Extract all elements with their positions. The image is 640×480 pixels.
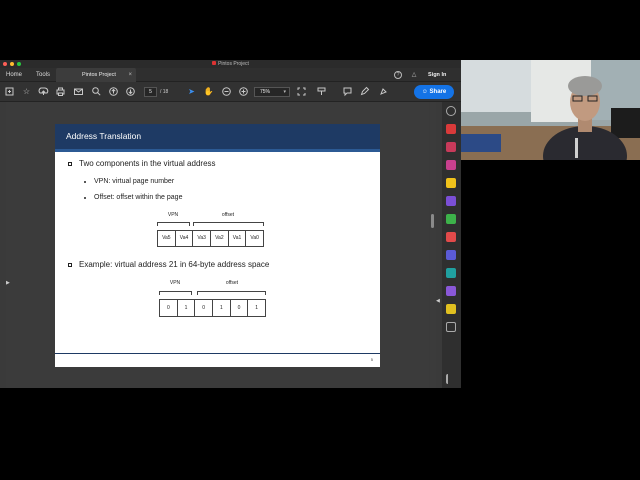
screen: Pintos Project Home Tools Pintos Project… xyxy=(0,0,640,480)
tab-document-label: Pintos Project xyxy=(82,72,116,78)
bit-cell: Va2 xyxy=(211,231,229,246)
window-title-text: Pintos Project xyxy=(218,61,249,67)
page-number-input[interactable]: 5 xyxy=(144,87,157,97)
slide-page-number: 5 xyxy=(370,357,373,362)
page-up-icon[interactable] xyxy=(108,86,119,97)
bit-cell: 1 xyxy=(213,300,231,316)
bit-cell: Va1 xyxy=(229,231,247,246)
comment-icon[interactable] xyxy=(342,86,353,97)
bookmark-star-icon[interactable]: ☆ xyxy=(21,86,32,97)
bit-cell: 0 xyxy=(195,300,214,316)
slide-header-rule xyxy=(55,149,380,152)
bit-cell: 1 xyxy=(178,300,196,316)
bit-cell: Va0 xyxy=(250,235,259,241)
sub-bullet-text: VPN: virtual page number xyxy=(94,178,175,185)
slide-page: Address Translation Two components in th… xyxy=(55,124,380,367)
bullet-text: Example: virtual address 21 in 64-byte a… xyxy=(79,260,270,269)
combine-icon[interactable] xyxy=(446,196,456,206)
comment-icon[interactable] xyxy=(446,178,456,188)
slide-header: Address Translation xyxy=(55,124,380,149)
mail-icon[interactable] xyxy=(73,86,84,97)
webcam-scene-image xyxy=(461,60,640,160)
bit-cell: 0 xyxy=(231,300,249,316)
bullet-text: Two components in the virtual address xyxy=(79,159,216,168)
vpn-label: VPN xyxy=(169,280,181,286)
edit-pdf-icon[interactable] xyxy=(446,160,456,170)
bit-cell: 1 xyxy=(255,305,259,311)
offset-bracket xyxy=(193,222,264,226)
slide-footer-rule xyxy=(55,353,380,354)
redact-icon[interactable] xyxy=(446,232,456,242)
highlight-icon[interactable] xyxy=(378,86,389,97)
scrollbar-thumb[interactable] xyxy=(431,214,434,228)
export-pdf-icon[interactable] xyxy=(446,124,456,134)
bell-icon[interactable]: △ xyxy=(410,71,418,79)
organize-icon[interactable] xyxy=(446,214,456,224)
print-icon[interactable] xyxy=(55,86,66,97)
offset-bracket xyxy=(197,291,266,295)
toolbar: ☆ 5 / 18 ➤ ✋ 75% ▾ ☺ Share xyxy=(0,82,461,102)
offset-label: offset xyxy=(221,212,235,218)
optimize-icon[interactable] xyxy=(446,268,456,278)
virtual-address-bits: Va5 Va4 Va3 Va2 Va1 Va0 xyxy=(157,230,264,247)
sub-bullet-dot xyxy=(84,181,87,184)
tab-document[interactable]: Pintos Project × xyxy=(56,68,136,82)
bit-cell: Va3 xyxy=(193,231,212,246)
chevron-down-icon: ▾ xyxy=(283,89,286,95)
zoom-in-icon[interactable] xyxy=(238,86,249,97)
send-icon[interactable] xyxy=(446,304,456,314)
collapse-panel-icon[interactable]: ◀ xyxy=(436,298,440,304)
create-pdf-icon[interactable] xyxy=(446,142,456,152)
fit-page-icon[interactable] xyxy=(296,86,307,97)
sub-bullet-text: Offset: offset within the page xyxy=(94,194,183,201)
bit-cell: Va4 xyxy=(176,231,194,246)
zoom-icon[interactable] xyxy=(446,106,456,116)
page-total: / 18 xyxy=(160,89,169,95)
page-down-icon[interactable] xyxy=(125,86,136,97)
create-icon[interactable] xyxy=(4,86,15,97)
search-icon[interactable] xyxy=(91,86,102,97)
upload-icon[interactable] xyxy=(38,86,49,97)
scroll-mode-icon[interactable] xyxy=(316,86,327,97)
collapse-panel-icon[interactable] xyxy=(446,374,456,384)
webcam-video xyxy=(461,60,640,160)
zoom-value: 75% xyxy=(260,89,271,95)
bullet-marker xyxy=(68,263,72,267)
protect-icon[interactable] xyxy=(446,250,456,260)
right-tools-rail xyxy=(442,102,461,388)
offset-label: offset xyxy=(225,280,239,286)
zoom-out-icon[interactable] xyxy=(221,86,232,97)
vpn-bracket xyxy=(157,222,190,226)
sign-in-button[interactable]: Sign In xyxy=(428,68,446,82)
hand-icon[interactable]: ✋ xyxy=(203,86,214,97)
tab-bar: Home Tools Pintos Project × ? △ Sign In xyxy=(0,68,461,82)
help-icon[interactable]: ? xyxy=(394,71,402,79)
pdf-icon xyxy=(212,61,217,65)
bullet-marker xyxy=(68,162,72,166)
vertical-scrollbar[interactable] xyxy=(430,102,436,388)
select-cursor-icon[interactable]: ➤ xyxy=(186,86,197,97)
left-panel-toggle-icon[interactable]: ▶ xyxy=(6,280,10,286)
title-bar: Pintos Project xyxy=(0,60,461,68)
fill-sign-icon[interactable] xyxy=(446,286,456,296)
close-tab-icon[interactable]: × xyxy=(128,68,132,82)
share-button[interactable]: ☺ Share xyxy=(414,85,454,99)
pen-icon[interactable] xyxy=(359,86,370,97)
bit-cell: Va5 xyxy=(158,231,176,246)
more-tools-icon[interactable] xyxy=(446,322,456,332)
window-title: Pintos Project xyxy=(0,60,461,68)
zoom-select[interactable]: 75% ▾ xyxy=(254,87,290,97)
vpn-label: VPN xyxy=(167,212,179,218)
tab-tools[interactable]: Tools xyxy=(36,68,50,82)
share-label: Share xyxy=(429,89,447,95)
slide-title: Address Translation xyxy=(66,131,142,141)
example-address-bits: 0 1 0 1 0 1 xyxy=(159,299,266,317)
vpn-bracket xyxy=(159,291,192,295)
sub-bullet-dot xyxy=(84,197,87,200)
bit-cell: 0 xyxy=(160,300,178,316)
tab-home[interactable]: Home xyxy=(6,68,22,82)
